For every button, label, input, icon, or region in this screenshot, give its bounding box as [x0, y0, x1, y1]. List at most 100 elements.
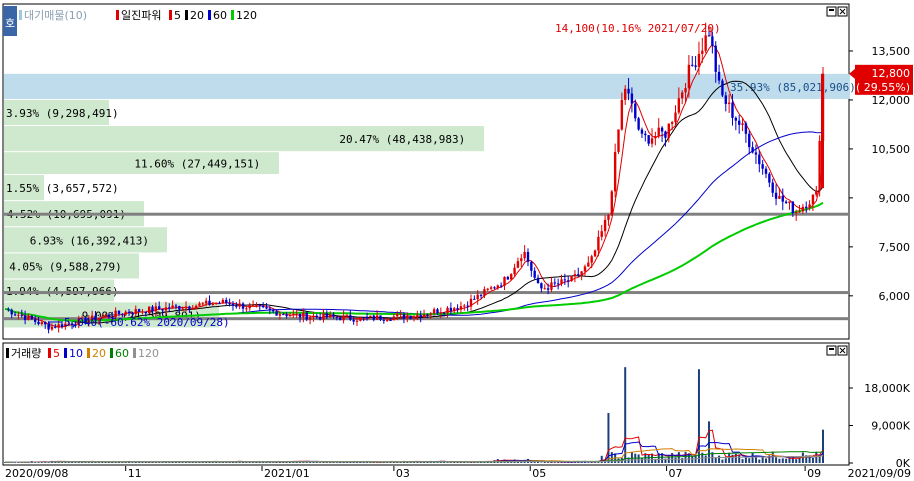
- volume-maximize-icon-bar: [829, 348, 834, 350]
- volume-maximize-icon[interactable]: [826, 345, 837, 356]
- band-percent-label: 11.60% (27,449,151): [134, 158, 260, 171]
- candle-body: [305, 312, 308, 320]
- candle-body: [198, 303, 201, 306]
- candle-body: [711, 36, 714, 46]
- volume-bar: [630, 452, 633, 463]
- low-annotation: 5,040(-60.62% 2020/09/28): [64, 316, 230, 329]
- candle-body: [33, 319, 37, 322]
- candle-body: [805, 206, 808, 209]
- legend-label[interactable]: 대기매물(10): [24, 9, 87, 22]
- volume-bar: [798, 458, 801, 463]
- candle-body: [342, 315, 345, 321]
- candle-body: [225, 299, 228, 304]
- candle-body: [117, 310, 121, 314]
- candle-body: [459, 306, 463, 310]
- candle-body: [215, 303, 218, 305]
- volume-bar: [463, 462, 466, 463]
- candle-body: [161, 309, 164, 311]
- volume-legend-label[interactable]: 거래량: [11, 347, 41, 360]
- legend-label[interactable]: 60: [213, 9, 227, 22]
- volume-bar: [647, 454, 650, 463]
- candle-body: [613, 151, 617, 192]
- volume-bar: [74, 462, 77, 463]
- current-price-label: 12,800: [872, 67, 911, 80]
- volume-bar: [778, 458, 781, 463]
- volume-bar: [332, 462, 335, 463]
- candle-body: [778, 195, 781, 199]
- volume-legend-swatch: [87, 348, 90, 358]
- candle-body: [771, 182, 774, 193]
- volume-bar: [718, 455, 721, 463]
- candle-body: [44, 322, 47, 325]
- candle-body: [533, 270, 536, 278]
- candle-body: [724, 95, 727, 104]
- price-tick-label: 7,500: [879, 241, 911, 254]
- candle-body: [178, 306, 181, 310]
- price-maximize-icon[interactable]: [826, 6, 837, 17]
- legend-swatch: [185, 10, 188, 20]
- legend-label[interactable]: 120: [236, 9, 257, 22]
- candle-body: [322, 313, 325, 320]
- volume-legend-label[interactable]: 120: [138, 347, 159, 360]
- candle-body: [634, 103, 637, 119]
- legend-label[interactable]: 일진파워: [121, 8, 161, 22]
- candle-body: [221, 299, 225, 304]
- candle-body: [13, 314, 17, 316]
- candle-body: [510, 274, 513, 280]
- candle-body: [436, 309, 439, 314]
- volume-legend-label[interactable]: 60: [115, 347, 129, 360]
- x-tick-label: 09: [807, 467, 821, 480]
- candle-body: [345, 315, 349, 317]
- volume-bar: [704, 455, 707, 463]
- volume-legend-label[interactable]: 10: [69, 347, 83, 360]
- candle-body: [23, 315, 27, 321]
- candle-body: [560, 279, 563, 284]
- volume-legend-label[interactable]: 20: [92, 347, 106, 360]
- volume-bar: [775, 457, 778, 463]
- volume-bar: [822, 429, 824, 463]
- legend-label[interactable]: 20: [190, 9, 204, 22]
- volume-bar: [218, 462, 221, 463]
- candle-body: [707, 35, 711, 37]
- band-percent-label: 35.93% (85,021,906): [730, 81, 856, 94]
- volume-bar: [744, 457, 747, 463]
- candle-body: [617, 129, 620, 152]
- candle-body: [288, 315, 292, 317]
- candle-body: [731, 102, 734, 118]
- volume-tick-label: 9,000K: [871, 420, 910, 433]
- candle-body: [788, 201, 791, 203]
- candle-body: [211, 303, 215, 306]
- candle-body: [768, 173, 771, 183]
- legend-label[interactable]: 5: [174, 9, 181, 22]
- candle-body: [479, 294, 483, 296]
- candle-body: [201, 303, 204, 305]
- volume-legend-swatch: [133, 348, 136, 358]
- candle-body: [670, 122, 674, 124]
- candle-body: [298, 313, 302, 318]
- candle-body: [121, 313, 124, 315]
- volume-bar: [245, 462, 248, 463]
- candle-body: [392, 316, 396, 321]
- candle-body: [40, 322, 44, 325]
- volume-bar: [721, 459, 724, 463]
- candle-body: [543, 288, 546, 290]
- candle-body: [630, 93, 634, 104]
- candle-body: [409, 315, 412, 319]
- volume-bar: [684, 451, 687, 463]
- candle-body: [701, 50, 704, 54]
- candle-body: [761, 164, 764, 169]
- candle-body: [127, 311, 131, 314]
- volume-bar: [221, 462, 224, 463]
- candle-body: [181, 308, 184, 310]
- volume-legend-label[interactable]: 5: [53, 347, 60, 360]
- candle-body: [784, 201, 788, 203]
- candle-body: [429, 313, 432, 315]
- volume-panel-frame: [2, 342, 850, 466]
- volume-bar: [362, 462, 365, 463]
- candle-body: [419, 314, 422, 318]
- candle-body: [801, 206, 805, 212]
- candle-body: [516, 261, 520, 268]
- candle-body: [141, 311, 144, 313]
- volume-legend-swatch: [6, 348, 9, 358]
- volume-bar: [751, 452, 754, 463]
